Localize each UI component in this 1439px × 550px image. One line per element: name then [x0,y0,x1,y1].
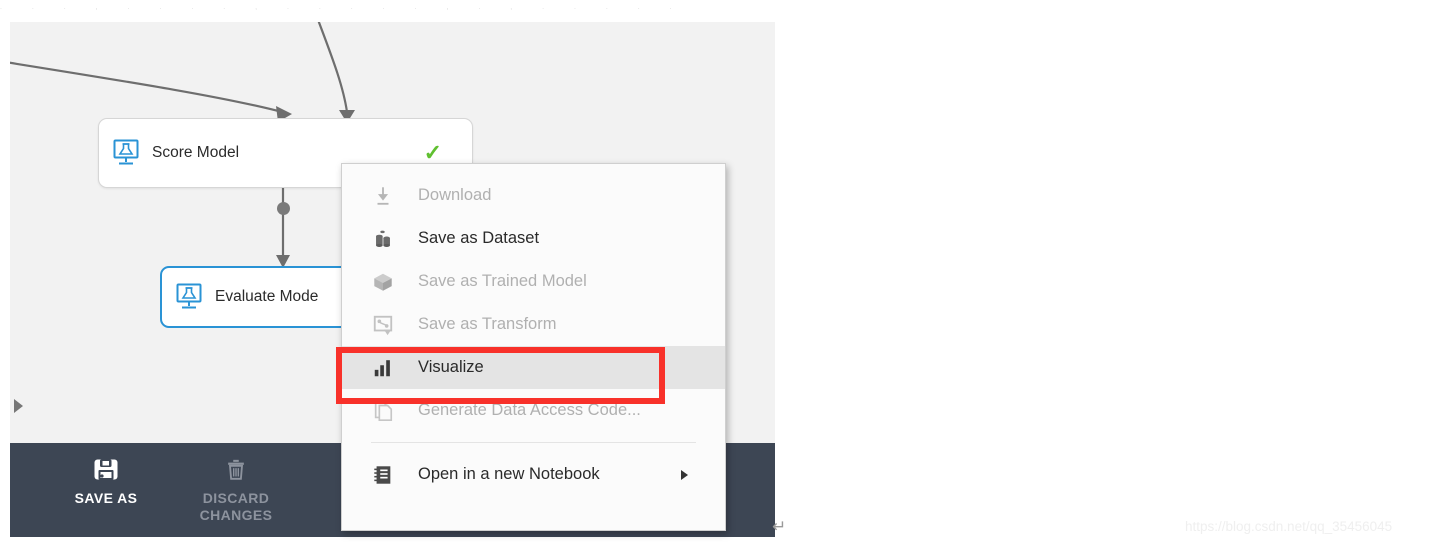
menu-item-label: Save as Dataset [418,229,540,247]
chevron-right-icon [681,469,688,480]
cube-icon [371,270,395,294]
module-flask-icon [174,282,204,312]
menu-item-label: Save as Trained Model [418,272,587,290]
bar-chart-icon [371,356,395,380]
save-as-button[interactable]: SAVE AS [42,455,170,507]
triangle-right-icon [13,399,23,413]
check-icon: ✓ [423,140,442,165]
module-flask-icon [111,138,141,168]
top-artifact-strip: . . . , . . . . , . . . . . , . , . . . … [0,4,686,11]
discard-changes-button[interactable]: DISCARD CHANGES [172,455,300,524]
dataset-icon [371,227,395,251]
menu-item-label: Download [418,186,492,204]
menu-item-generate-data-access-code[interactable]: Generate Data Access Code... [342,389,725,432]
menu-item-download[interactable]: Download [342,174,725,217]
save-as-label: SAVE AS [74,490,138,506]
output-port-dot[interactable] [277,202,290,215]
notebook-icon [371,463,395,487]
context-menu[interactable]: Download Save as Dataset Save as Trained [341,163,726,531]
menu-item-label: Save as Transform [418,315,557,333]
module-node-label: Score Model [152,144,240,161]
paragraph-return-mark: ↵ [772,517,787,536]
menu-item-save-as-trained-model[interactable]: Save as Trained Model [342,260,725,303]
menu-separator [371,442,696,443]
panel-collapse-handle[interactable] [10,397,26,415]
menu-item-visualize[interactable]: Visualize [342,346,725,389]
menu-item-label: Open in a new Notebook [418,465,600,483]
copy-icon [371,399,395,423]
menu-item-label: Visualize [418,358,484,376]
transform-icon [371,313,395,337]
menu-item-open-in-a-new-notebook[interactable]: Open in a new Notebook [342,453,725,496]
watermark: https://blog.csdn.net/qq_35456045 [1185,519,1393,534]
menu-item-label: Generate Data Access Code... [418,401,641,419]
module-node-label: Evaluate Mode [215,288,319,305]
menu-item-save-as-transform[interactable]: Save as Transform [342,303,725,346]
save-icon [93,455,119,485]
trash-icon [224,455,248,485]
menu-item-save-as-dataset[interactable]: Save as Dataset [342,217,725,260]
download-icon [371,184,395,208]
discard-changes-label: DISCARD CHANGES [199,490,273,523]
